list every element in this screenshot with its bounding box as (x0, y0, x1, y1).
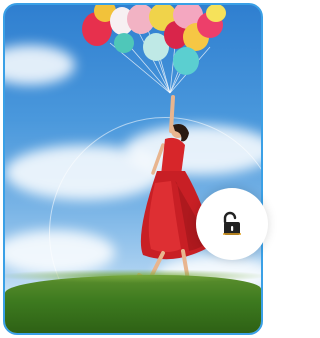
unlock-icon (223, 211, 241, 235)
girl-figure (137, 95, 213, 299)
balloons (82, 5, 226, 75)
grass-hill (5, 269, 261, 333)
lock-screen (3, 3, 263, 335)
unlock-button[interactable] (196, 188, 268, 260)
